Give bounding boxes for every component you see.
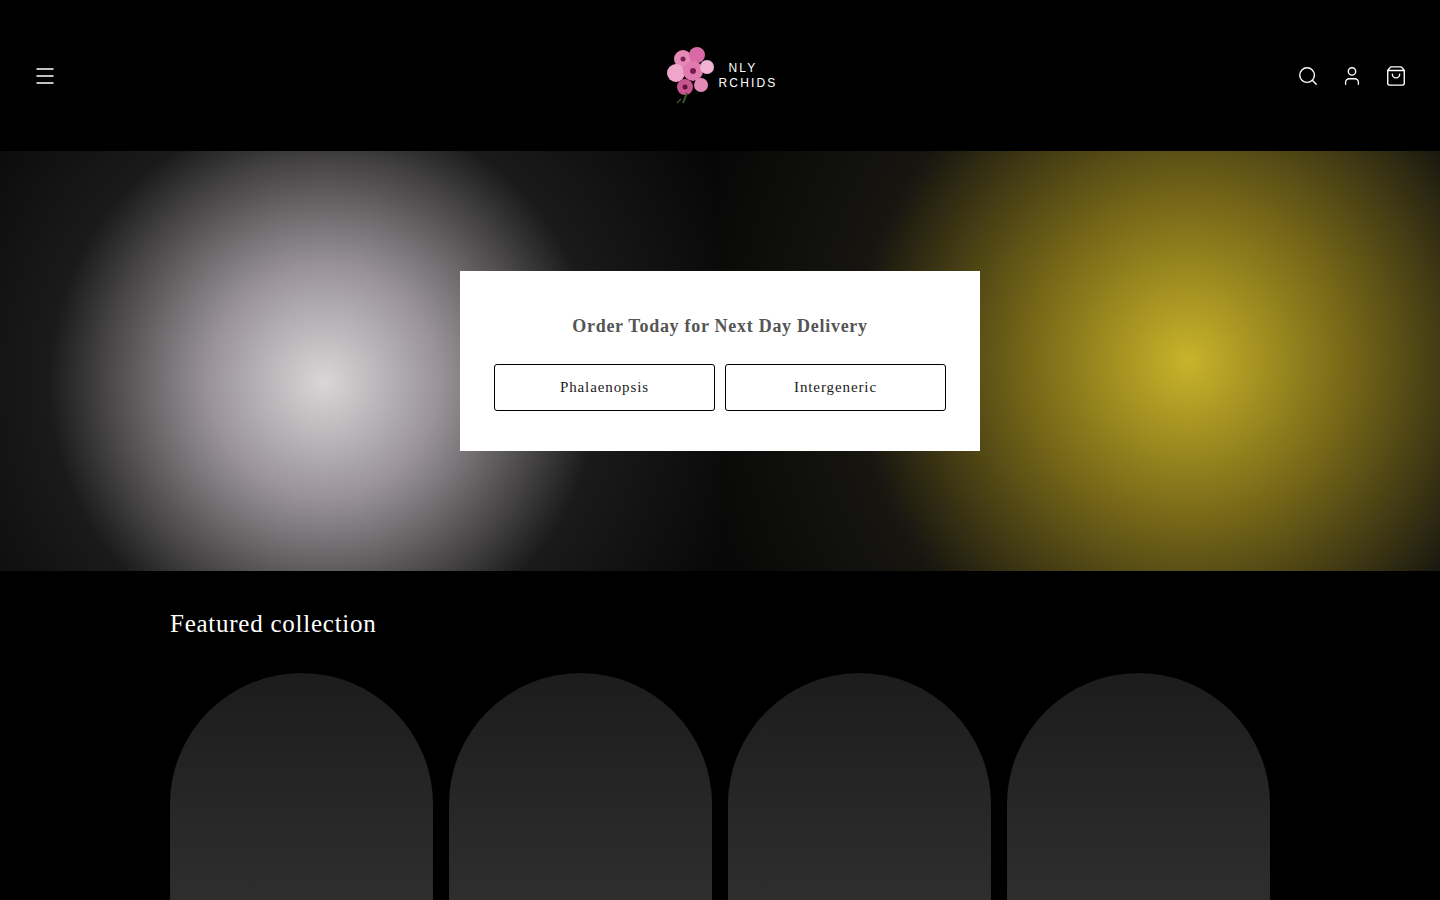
cart-icon [1385,65,1407,87]
orchid-logo-icon [663,45,719,107]
hero: Order Today for Next Day Delivery Phalaen… [0,151,1440,571]
logo[interactable]: NLYRCHIDS [663,45,778,107]
product-card[interactable] [170,673,433,900]
product-card[interactable] [1007,673,1270,900]
logo-line: RCHIDS [719,76,778,91]
search-button[interactable] [1293,61,1323,91]
product-card[interactable] [728,673,991,900]
page: NLYRCHIDS Order Today for Next Day Delive… [0,0,1440,900]
user-icon [1341,65,1363,87]
section-title: Featured collection [170,605,1270,643]
search-icon [1297,65,1319,87]
featured-collection: Featured collection [0,571,1440,900]
header: NLYRCHIDS [0,0,1440,151]
menu-icon [33,64,57,88]
hero-banner: Order Today for Next Day Delivery Phalaen… [460,271,980,451]
banner-title: Order Today for Next Day Delivery [572,313,868,340]
product-card[interactable] [449,673,712,900]
menu-button[interactable] [29,60,61,92]
account-button[interactable] [1337,61,1367,91]
category-button[interactable]: Intergeneric [725,364,946,411]
logo-line: NLY [719,61,778,76]
cart-button[interactable] [1381,61,1411,91]
category-button[interactable]: Phalaenopsis [494,364,715,411]
